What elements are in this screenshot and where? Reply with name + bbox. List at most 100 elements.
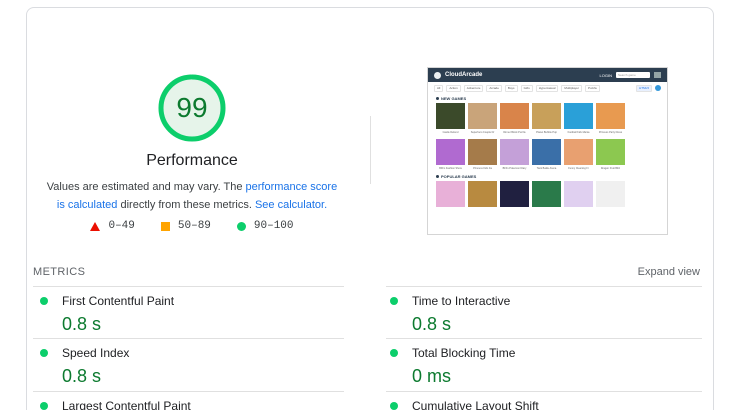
metrics-rule-left-2 xyxy=(33,338,344,339)
metric-value: 0.8 s xyxy=(62,314,102,334)
metric-name: Largest Contentful Paint xyxy=(62,399,191,410)
game-caption: Princess Party Dress xyxy=(598,131,623,134)
square-icon xyxy=(160,221,170,231)
thumb-game-tile: BFFs Fashion Show xyxy=(436,139,465,172)
metric-first-contentful-paint: First Contentful Paint 0.8 s xyxy=(40,294,340,335)
thumb-game-tile: Princess Kids Fa xyxy=(468,139,497,172)
metric-name: Time to Interactive xyxy=(412,294,511,308)
score-legend: 0–49 50–89 90–100 xyxy=(0,220,384,232)
thumb-nav-item: Arcade xyxy=(486,84,502,92)
metric-value: 0.8 s xyxy=(62,366,102,386)
vertical-divider xyxy=(370,116,371,184)
game-caption: Princess Kids Fa xyxy=(473,167,492,170)
performance-description: Values are estimated and may vary. The p… xyxy=(46,178,338,214)
thumb-game-tile: Dragon Fruit Blitz xyxy=(596,139,625,172)
thumb-new-games-grid: Castle Defend Superhero Couple Dr Dinner B… xyxy=(428,103,667,172)
thumb-game-tile: Superhero Couple Dr xyxy=(468,103,497,136)
game-thumbnail-image xyxy=(532,139,561,165)
game-thumbnail-image xyxy=(468,139,497,165)
metric-total-blocking-time: Total Blocking Time 0 ms xyxy=(390,346,690,387)
thumb-game-tile: BFFs Pokemon Diary xyxy=(500,139,529,172)
description-text-1: Values are estimated and may vary. The xyxy=(46,181,246,193)
description-text-2: directly from these metrics. xyxy=(117,199,255,211)
popular-game-image xyxy=(500,181,529,207)
thumb-nav-item: Girls xyxy=(520,84,533,92)
pass-dot-icon xyxy=(40,297,48,305)
popular-game-image xyxy=(564,181,593,207)
game-caption: Dragon Fruit Blitz xyxy=(600,167,621,170)
metric-value: 0.8 s xyxy=(412,314,452,334)
thumb-header: CloudArcade LOGIN Search game xyxy=(428,68,667,82)
thumb-game-tile: Princess Party Dress xyxy=(596,103,625,136)
metric-cumulative-layout-shift: Cumulative Layout Shift xyxy=(390,399,690,410)
performance-score: 99 xyxy=(176,92,208,123)
thumb-game-tile: Funny Cleaning Fr xyxy=(564,139,593,172)
pass-dot-icon xyxy=(390,349,398,357)
pass-dot-icon xyxy=(40,349,48,357)
metric-name: Total Blocking Time xyxy=(412,346,516,360)
metric-time-to-interactive: Time to Interactive 0.8 s xyxy=(390,294,690,335)
popular-game-image xyxy=(596,181,625,207)
game-caption: BFFs Pokemon Diary xyxy=(502,167,527,170)
pass-dot-icon xyxy=(390,402,398,410)
performance-gauge: 99 xyxy=(158,74,226,142)
expand-view-button[interactable]: Expand view xyxy=(638,266,700,278)
pass-dot-icon xyxy=(390,297,398,305)
game-caption: Football Kick Mania xyxy=(567,131,590,134)
game-caption: Superhero Couple Dr xyxy=(470,131,495,134)
thumb-user-icon xyxy=(655,85,661,91)
game-caption: BFFs Fashion Show xyxy=(439,167,462,170)
thumb-popular-games-label: POPULAR GAMES xyxy=(428,172,667,181)
thumb-nav-item: Adventure xyxy=(463,84,484,92)
game-thumbnail-image xyxy=(500,139,529,165)
performance-title: Performance xyxy=(146,152,238,169)
game-thumbnail-image xyxy=(532,103,561,129)
legend-average: 50–89 xyxy=(160,220,211,232)
legend-pass-label: 90–100 xyxy=(253,220,294,232)
legend-pass: 90–100 xyxy=(236,220,294,232)
popular-game-image xyxy=(436,181,465,207)
thumb-nav-item: All xyxy=(434,84,444,92)
thumb-popular-games-grid xyxy=(428,181,667,207)
legend-average-label: 50–89 xyxy=(177,220,211,232)
game-caption: Funny Cleaning Fr xyxy=(568,167,589,170)
thumb-nav-item: Multiplayer xyxy=(561,84,582,92)
see-calculator-link[interactable]: See calculator. xyxy=(255,199,327,211)
game-thumbnail-image xyxy=(436,139,465,165)
game-thumbnail-image xyxy=(564,103,593,129)
thumb-nav-button: HTML5 xyxy=(636,84,652,92)
metrics-rule-right-3 xyxy=(386,391,702,392)
thumb-nav-item: Puzzle xyxy=(584,84,600,92)
pass-dot-icon xyxy=(40,402,48,410)
popular-game-image xyxy=(532,181,561,207)
thumb-logo-text: CloudArcade xyxy=(445,72,483,78)
circle-icon xyxy=(236,221,246,231)
thumb-game-tile: Tank Battle Arena xyxy=(532,139,561,172)
metric-name: First Contentful Paint xyxy=(62,294,175,308)
thumb-nav-item: Hypercasual xyxy=(535,84,559,92)
final-screenshot[interactable]: CloudArcade LOGIN Search game All Action A… xyxy=(427,67,668,235)
metrics-rule-left-3 xyxy=(33,391,344,392)
search-icon xyxy=(654,72,661,78)
game-thumbnail-image xyxy=(596,139,625,165)
game-thumbnail-image xyxy=(564,139,593,165)
thumb-game-tile: Planet Bubble Pop xyxy=(532,103,561,136)
metric-largest-contentful-paint: Largest Contentful Paint xyxy=(40,399,340,410)
metric-name: Speed Index xyxy=(62,346,130,360)
popular-game-image xyxy=(468,181,497,207)
game-caption: Planet Bubble Pop xyxy=(536,131,557,134)
thumb-new-games-label: NEW GAMES xyxy=(428,94,667,103)
metrics-heading: METRICS xyxy=(33,266,86,278)
game-caption: Tank Battle Arena xyxy=(536,167,557,170)
thumb-login: LOGIN xyxy=(599,72,612,78)
thumb-nav: All Action Adventure Arcade Boys Girls Hyperca… xyxy=(428,82,667,94)
thumb-game-tile: Dinner Block Puzzle xyxy=(500,103,529,136)
metric-name: Cumulative Layout Shift xyxy=(412,399,539,410)
thumb-game-tile: Castle Defend xyxy=(436,103,465,136)
game-thumbnail-image xyxy=(468,103,497,129)
legend-fail: 0–49 xyxy=(90,220,135,232)
metrics-rule-right-1 xyxy=(386,286,702,287)
game-thumbnail-image xyxy=(436,103,465,129)
thumb-game-tile: Football Kick Mania xyxy=(564,103,593,136)
thumb-nav-item: Boys xyxy=(504,84,518,92)
